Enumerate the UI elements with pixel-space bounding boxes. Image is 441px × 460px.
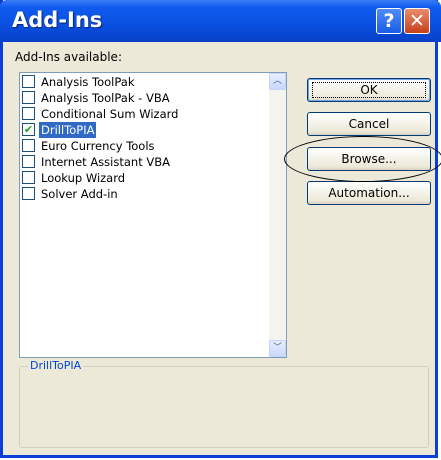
dialog-title: Add-Ins — [12, 8, 103, 32]
list-item-euro-currency-tools[interactable]: Euro Currency Tools — [20, 138, 266, 154]
checkbox[interactable] — [22, 91, 35, 104]
list-item-label: Analysis ToolPak - VBA — [41, 91, 170, 105]
question-icon: ? — [383, 10, 395, 32]
list-item-drilltopia[interactable]: ✔ DrillToPIA — [20, 122, 266, 138]
checkbox[interactable] — [22, 75, 35, 88]
ok-button[interactable]: OK — [307, 78, 431, 102]
scroll-down-button[interactable]: ﹀ — [269, 340, 286, 357]
help-button[interactable]: ? — [376, 8, 402, 34]
add-ins-dialog: Add-Ins ? ✕ Add-Ins available: Analysis … — [0, 0, 441, 458]
list-item-label: Lookup Wizard — [41, 171, 126, 185]
scroll-up-button[interactable]: ︿ — [269, 73, 286, 90]
cancel-button-label: Cancel — [348, 117, 390, 131]
list-item-label: Conditional Sum Wizard — [41, 107, 179, 121]
list-item-conditional-sum-wizard[interactable]: Conditional Sum Wizard — [20, 106, 266, 122]
checkbox-checked[interactable]: ✔ — [22, 123, 35, 136]
add-ins-list[interactable]: Analysis ToolPak Analysis ToolPak - VBA … — [19, 72, 287, 358]
browse-button-label: Browse... — [341, 152, 397, 166]
title-bar[interactable]: Add-Ins ? ✕ — [0, 0, 441, 42]
close-icon: ✕ — [409, 10, 425, 32]
list-item-internet-assistant-vba[interactable]: Internet Assistant VBA — [20, 154, 266, 170]
list-item-lookup-wizard[interactable]: Lookup Wizard — [20, 170, 266, 186]
group-title: DrillToPIA — [28, 359, 84, 372]
checkbox[interactable] — [22, 187, 35, 200]
list-item-label: Analysis ToolPak — [41, 75, 135, 89]
automation-button-label: Automation... — [328, 186, 410, 200]
close-button[interactable]: ✕ — [404, 8, 430, 34]
browse-button[interactable]: Browse... — [307, 147, 431, 171]
addin-description-group: DrillToPIA — [19, 359, 429, 448]
chevron-up-icon: ︿ — [272, 76, 282, 86]
vertical-scrollbar[interactable]: ︿ ﹀ — [269, 73, 286, 357]
checkbox[interactable] — [22, 171, 35, 184]
chevron-down-icon: ﹀ — [272, 343, 282, 353]
checkbox[interactable] — [22, 155, 35, 168]
list-item-label: DrillToPIA — [39, 122, 97, 138]
list-item-label: Solver Add-in — [41, 187, 118, 201]
list-item-solver-add-in[interactable]: Solver Add-in — [20, 186, 266, 202]
cancel-button[interactable]: Cancel — [307, 112, 431, 136]
checkbox[interactable] — [22, 139, 35, 152]
automation-button[interactable]: Automation... — [307, 181, 431, 205]
list-item-label: Internet Assistant VBA — [41, 155, 170, 169]
list-item-analysis-toolpak[interactable]: Analysis ToolPak — [20, 74, 266, 90]
check-icon: ✔ — [23, 123, 34, 136]
list-item-analysis-toolpak-vba[interactable]: Analysis ToolPak - VBA — [20, 90, 266, 106]
checkbox[interactable] — [22, 107, 35, 120]
add-ins-available-label: Add-Ins available: — [15, 50, 122, 64]
focus-rectangle — [312, 82, 426, 98]
list-item-label: Euro Currency Tools — [41, 139, 155, 153]
